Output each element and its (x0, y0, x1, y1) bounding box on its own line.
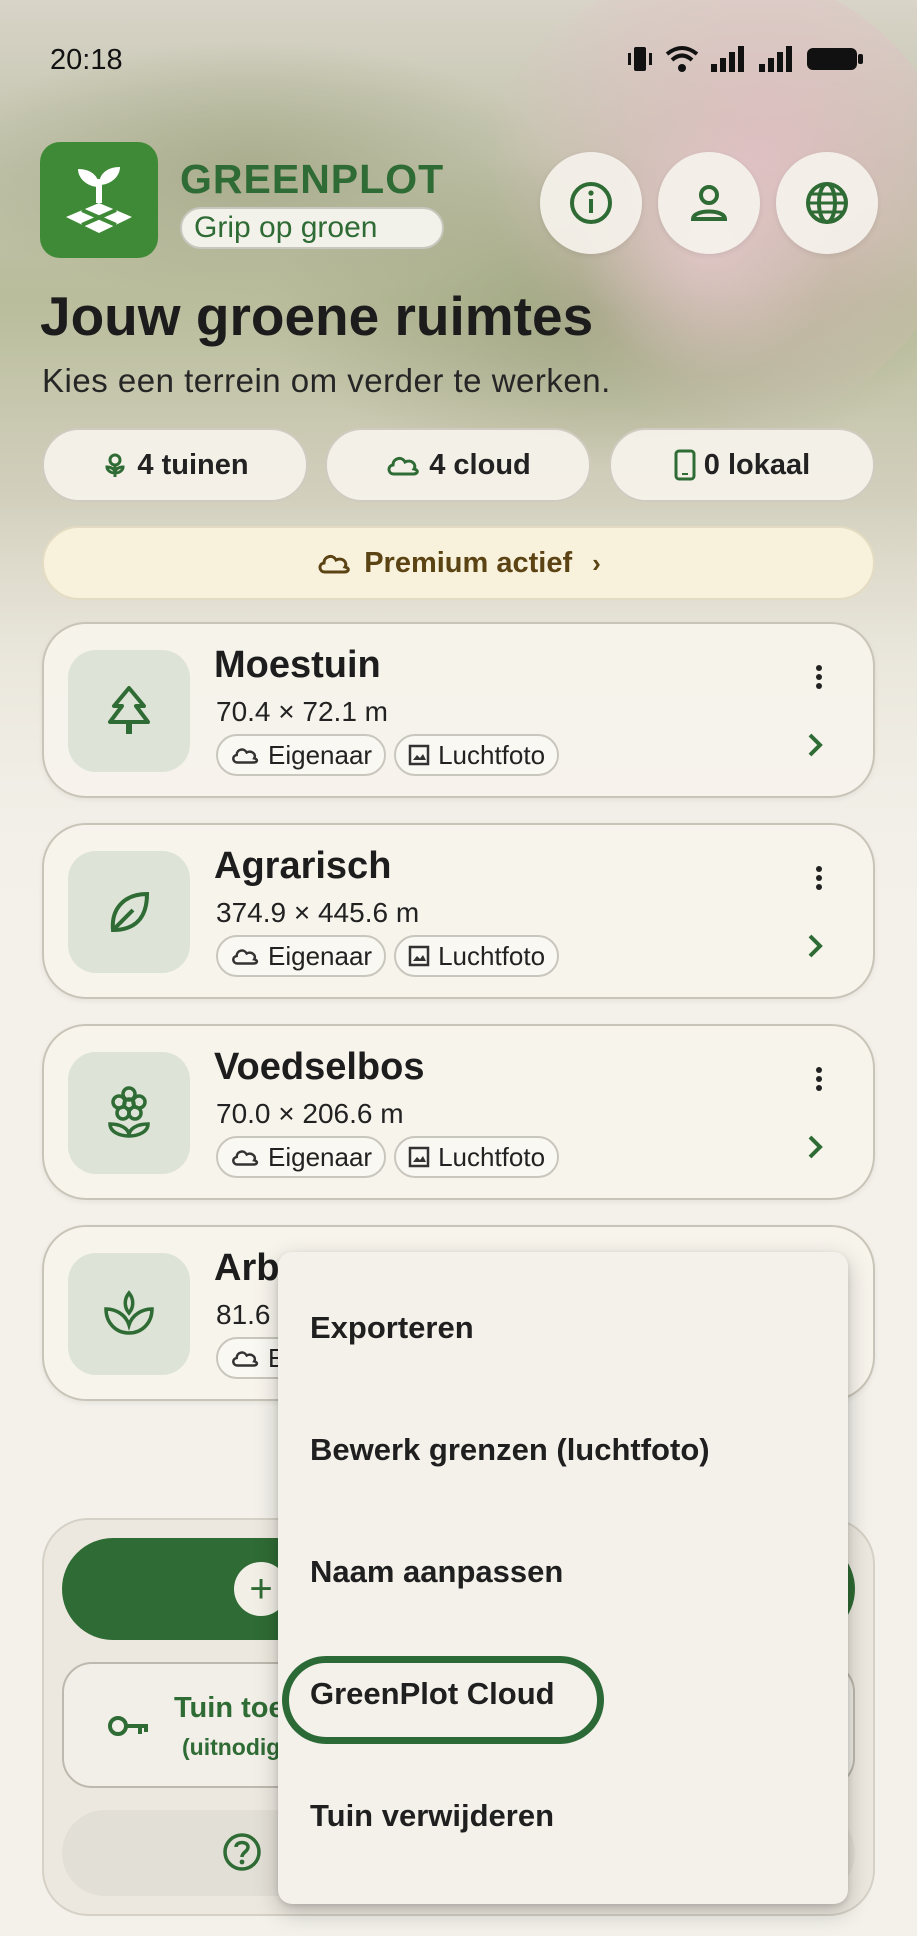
sprout-logo-icon (66, 167, 132, 233)
signal-icon (711, 46, 744, 72)
cloud-icon (387, 456, 419, 476)
account-icon (690, 185, 728, 221)
garden-card[interactable]: Moestuin 70.4 × 72.1 m Eigenaar Luchtfot… (42, 622, 875, 798)
status-bar: 20:18 (0, 0, 917, 120)
more-vert-icon[interactable] (815, 664, 823, 690)
aerial-photo-tag: Luchtfoto (394, 1136, 560, 1178)
garden-thumb (68, 1052, 190, 1174)
leaf-icon (110, 891, 150, 933)
globe-icon (806, 182, 848, 224)
garden-title: Voedselbos (214, 1046, 425, 1088)
battery-icon (807, 48, 863, 70)
flower-icon (108, 1086, 150, 1138)
stat-gardens-label: 4 tuinen (137, 448, 249, 481)
account-button[interactable] (658, 152, 760, 254)
more-vert-icon[interactable] (815, 1066, 823, 1092)
info-button[interactable] (540, 152, 642, 254)
garden-tags: Eigenaar Luchtfoto (216, 935, 560, 977)
garden-thumb (68, 1253, 190, 1375)
image-icon (408, 945, 430, 967)
chevron-right-icon[interactable] (807, 1134, 823, 1160)
key-icon (108, 1716, 148, 1736)
stat-local-label: 0 lokaal (703, 448, 811, 481)
info-icon (570, 182, 612, 224)
aerial-photo-tag: Luchtfoto (394, 734, 560, 776)
garden-tags: Eigenaar Luchtfoto (216, 1136, 560, 1178)
image-icon (408, 1146, 430, 1168)
owner-tag: Eigenaar (216, 1136, 387, 1178)
menu-item-rename[interactable]: Naam aanpassen (310, 1554, 563, 1590)
menu-item-delete-garden[interactable]: Tuin verwijderen (310, 1798, 554, 1834)
page-title: Jouw groene ruimtes (40, 285, 594, 347)
join-garden-subtitle: (uitnodig (182, 1734, 281, 1760)
more-vert-icon[interactable] (815, 865, 823, 891)
chevron-right-icon[interactable] (807, 933, 823, 959)
menu-item-edit-boundaries[interactable]: Bewerk grenzen (luchtfoto) (310, 1432, 710, 1468)
stat-local-chip[interactable]: 0 lokaal (609, 428, 875, 502)
vibrate-icon (628, 47, 652, 71)
menu-item-export[interactable]: Exporteren (310, 1310, 474, 1346)
cloud-icon (232, 949, 259, 965)
garden-title: Moestuin (214, 644, 381, 686)
menu-item-greenplot-cloud[interactable]: GreenPlot Cloud (310, 1676, 555, 1712)
phone-icon (674, 449, 696, 481)
garden-thumb (68, 851, 190, 973)
cloud-icon (232, 748, 259, 764)
language-button[interactable] (776, 152, 878, 254)
garden-card[interactable]: Voedselbos 70.0 × 206.6 m Eigenaar Lucht… (42, 1024, 875, 1200)
wifi-icon (665, 46, 699, 72)
join-garden-title: Tuin toe (174, 1692, 285, 1724)
app-logo (40, 142, 158, 258)
app-header: GREENPLOT Grip op groen (40, 142, 880, 258)
garden-icon (105, 453, 125, 477)
premium-label: Premium actief (364, 546, 573, 579)
brand: GREENPLOT Grip op groen (180, 156, 445, 249)
garden-dimensions: 81.6 (216, 1299, 271, 1330)
premium-banner[interactable]: Premium actief › (42, 526, 875, 600)
image-icon (408, 744, 430, 766)
status-time: 20:18 (50, 44, 123, 76)
app-name: GREENPLOT (180, 156, 445, 202)
garden-dimensions: 70.4 × 72.1 m (216, 696, 389, 727)
stat-cloud-label: 4 cloud (429, 448, 531, 481)
tree-icon (108, 686, 150, 734)
garden-title: Agrarisch (214, 845, 392, 887)
chevron-right-icon: › (592, 547, 601, 578)
status-icons (625, 44, 865, 74)
garden-thumb (68, 650, 190, 772)
stat-gardens-chip[interactable]: 4 tuinen (42, 428, 308, 502)
garden-context-menu: Exporteren Bewerk grenzen (luchtfoto) Na… (278, 1252, 848, 1904)
cloud-icon (232, 1351, 259, 1367)
help-icon (223, 1833, 261, 1871)
garden-dimensions: 374.9 × 445.6 m (216, 897, 420, 928)
cloud-icon (232, 1150, 259, 1166)
garden-card[interactable]: Agrarisch 374.9 × 445.6 m Eigenaar Lucht… (42, 823, 875, 999)
owner-tag: Eigenaar (216, 734, 387, 776)
cloud-icon (318, 554, 350, 574)
app-tagline: Grip op groen (180, 207, 445, 249)
garden-title: Arb (214, 1247, 280, 1289)
chevron-right-icon[interactable] (807, 732, 823, 758)
garden-tags: Eigenaar Luchtfoto (216, 734, 560, 776)
signal-icon-2 (759, 46, 792, 72)
sprout-icon (104, 1290, 154, 1335)
garden-dimensions: 70.0 × 206.6 m (216, 1098, 404, 1129)
aerial-photo-tag: Luchtfoto (394, 935, 560, 977)
owner-tag: Eigenaar (216, 935, 387, 977)
stat-cloud-chip[interactable]: 4 cloud (325, 428, 591, 502)
page-subtitle: Kies een terrein om verder te werken. (42, 362, 611, 399)
